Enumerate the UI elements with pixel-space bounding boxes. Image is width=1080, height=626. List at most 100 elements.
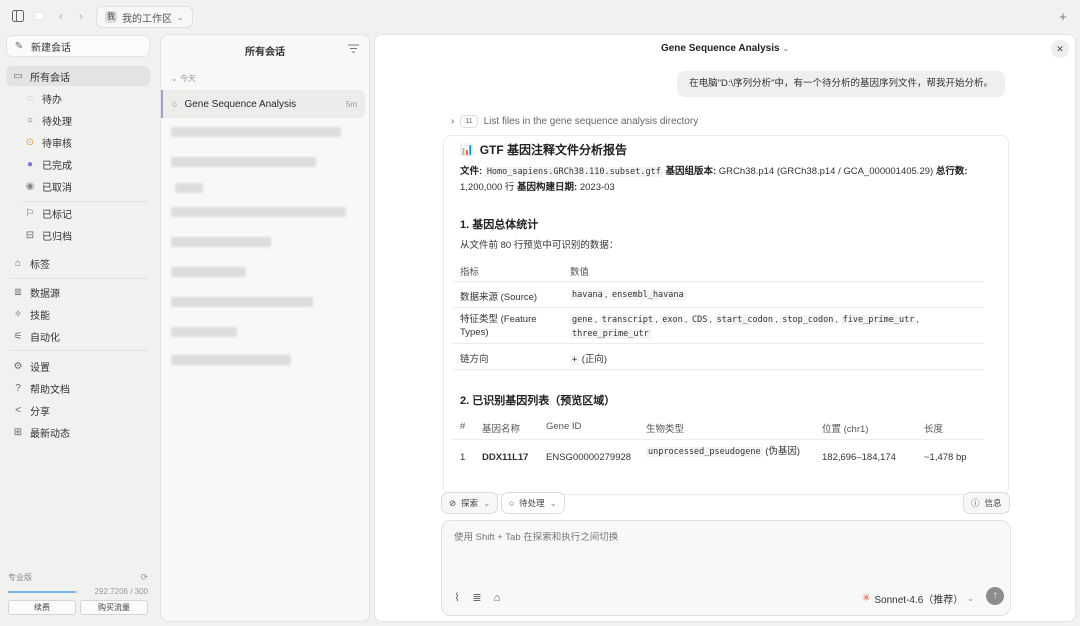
sidebar-item-todo[interactable]: ◌ 待办 [6,88,150,108]
sidebar-item-share[interactable]: < 分享 [6,400,150,420]
sidebar-item-cancelled[interactable]: ◉ 已取消 [6,176,150,196]
table-cell: DDX11L17 [482,452,529,463]
renew-button[interactable]: 续费 [8,600,76,615]
sidebar-item-all-sessions[interactable]: ▭ 所有会话 [6,66,150,86]
plan-label: 专业版 [8,573,32,582]
sidebar-item-news[interactable]: ⊞ 最新动态 [6,422,150,442]
sidebar-item-automation[interactable]: ⚟ 自动化 [6,326,150,346]
new-chat-button[interactable]: ✎ 新建会话 [6,35,150,57]
sidebar-item-label: 数据源 [30,288,60,300]
info-button[interactable]: ⓘ 信息 [963,492,1010,514]
sidebar-item-pending[interactable]: ○ 待处理 [6,110,150,130]
back-arrow-icon[interactable]: ‹ [54,10,68,24]
refresh-icon[interactable]: ⟳ [140,572,148,583]
analysis-report: 📊 GTF 基因注释文件分析报告 文件: Homo_sapiens.GRCh38… [443,135,1009,495]
code-token: start_codon [714,315,775,325]
chevron-down-icon: ⌄ [967,594,974,603]
date-label: 基因构建日期: [517,182,578,193]
code-token: transcript [599,315,655,325]
news-icon: ⊞ [13,426,23,438]
conversation-list-panel: 所有会话 ⌄ 今天 ○ Gene Sequence Analysis 5m [160,34,370,622]
code-token: exon [660,315,685,325]
sidebar-item-flagged[interactable]: ⚐ 已标记 [6,203,150,223]
sidebar-item-label: 分享 [30,406,50,418]
tool-count-badge: 11 [460,115,478,128]
check-circle-icon: ● [26,158,34,170]
sidebar-toggle-icon[interactable] [11,10,25,24]
report-meta: 文件: Homo_sapiens.GRCh38.110.subset.gtf 基… [460,164,988,195]
new-tab-plus-icon[interactable]: + [1056,10,1070,24]
report-title-text: GTF 基因注释文件分析报告 [479,143,628,157]
skill-icon[interactable]: ⌂ [490,591,504,605]
message-input[interactable] [454,532,994,543]
section-heading: 2. 已识别基因列表（预览区域） [460,395,616,407]
close-button[interactable]: ✕ [1051,40,1069,58]
sidebar: ✎ 新建会话 ▭ 所有会话 ◌ 待办 ○ 待处理 ⊙ 待审核 ● 已完成 ◉ 已… [0,34,158,626]
table-row: 特征类型 (Feature Types) gene, transcript, e… [452,308,984,344]
sidebar-item-archived[interactable]: ⊟ 已归档 [6,225,150,245]
table-header-cell: 位置 (chr1) [822,424,869,435]
sidebar-item-skills[interactable]: ✧ 技能 [6,304,150,324]
report-title: 📊 GTF 基因注释文件分析报告 [460,141,627,158]
sidebar-item-review[interactable]: ⊙ 待审核 [6,132,150,152]
sidebar-item-label: 已归档 [42,231,72,243]
sidebar-item-label: 待处理 [42,116,72,128]
status-dropdown[interactable]: ○ 待处理 ⌄ [501,492,565,514]
send-button[interactable]: ↑ [986,587,1004,605]
sidebar-item-label: 已取消 [42,182,72,194]
tool-call-summary[interactable]: › 11 List files in the gene sequence ana… [451,115,698,128]
automation-icon: ⚟ [13,330,23,342]
file-name: Homo_sapiens.GRCh38.110.subset.gtf [484,167,663,177]
table-header-cell: 基因名称 [482,424,521,435]
usage-progress-fill [8,591,77,593]
cancel-circle-icon: ◉ [25,180,35,192]
status-label: 待处理 [519,498,545,508]
paperclip-icon[interactable]: ⌇ [450,591,464,605]
circle-icon: ○ [172,99,178,109]
code-token: five_prime_utr [840,315,917,325]
sidebar-item-tags[interactable]: ⌂ 标签 [6,253,150,273]
tool-call-label: List files in the gene sequence analysis… [483,116,699,127]
date-group-header: ⌄ 今天 [171,74,196,83]
table-row: 1 DDX11L17 ENSG00000279928 unprocessed_p… [452,440,984,476]
sidebar-item-settings[interactable]: ⚙ 设置 [6,356,150,376]
sidebar-item-datasource[interactable]: ≣ 数据源 [6,282,150,302]
table-cell: 链方向 [460,354,489,365]
table-cell: 特征类型 (Feature Types) [460,314,537,338]
buy-traffic-button[interactable]: 购买流量 [80,600,148,615]
circle-icon: ○ [509,498,515,508]
sidebar-item-label: 所有会话 [30,72,70,84]
conversation-item-active[interactable]: ○ Gene Sequence Analysis 5m [161,90,365,118]
database-icon[interactable]: ≣ [470,591,484,605]
table-row: 数据来源 (Source) havana, ensembl_havana [452,282,984,308]
workspace-selector[interactable]: 我 我的工作区 ⌄ [96,6,193,28]
sidebar-item-done[interactable]: ● 已完成 [6,154,150,174]
message-composer: ⌇ ≣ ⌂ ✳ Sonnet-4.6（推荐） ⌄ ↑ [441,520,1011,616]
scroll-fade [444,472,1008,494]
table-cell: gene, transcript, exon, CDS, start_codon… [570,314,919,339]
conversation-list-title: 所有会话 [245,47,285,58]
date-group-label: 今天 [179,74,196,83]
code-token: gene [570,315,595,325]
database-icon: ≣ [13,286,23,298]
version-value: GRCh38.p14 (GRCh38.p14 / GCA_000001405.2… [718,166,934,177]
chevron-down-icon: ⌄ [782,44,790,53]
plan-panel: 专业版 ⟳ 292.7206 / 300 续费 购买流量 [8,572,148,615]
forward-arrow-icon[interactable]: › [74,10,88,24]
table-header-cell: Gene ID [546,421,582,432]
model-selector[interactable]: ✳ Sonnet-4.6（推荐） ⌄ [862,591,974,606]
file-label: 文件: [460,166,483,177]
sidebar-item-help[interactable]: ? 帮助文档 [6,378,150,398]
chat-title[interactable]: Gene Sequence Analysis ⌄ [375,43,1075,54]
info-label: 信息 [984,498,1002,508]
filter-icon[interactable] [348,44,359,56]
table-row: 链方向 + (正向) [452,344,984,370]
mode-dropdown[interactable]: ⊘ 探索 ⌄ [441,492,499,514]
flag-icon: ⚐ [25,207,35,219]
table-cell: ~1,478 bp [924,452,967,463]
new-chat-label: 新建会话 [31,42,71,54]
table-header-cell: 长度 [924,424,944,435]
workspace-badge: 我 [105,11,117,23]
lines-label: 总行数: [935,166,968,177]
chat-panel: Gene Sequence Analysis ⌄ ✕ 在电脑"D:\序列分析"中… [374,34,1076,622]
